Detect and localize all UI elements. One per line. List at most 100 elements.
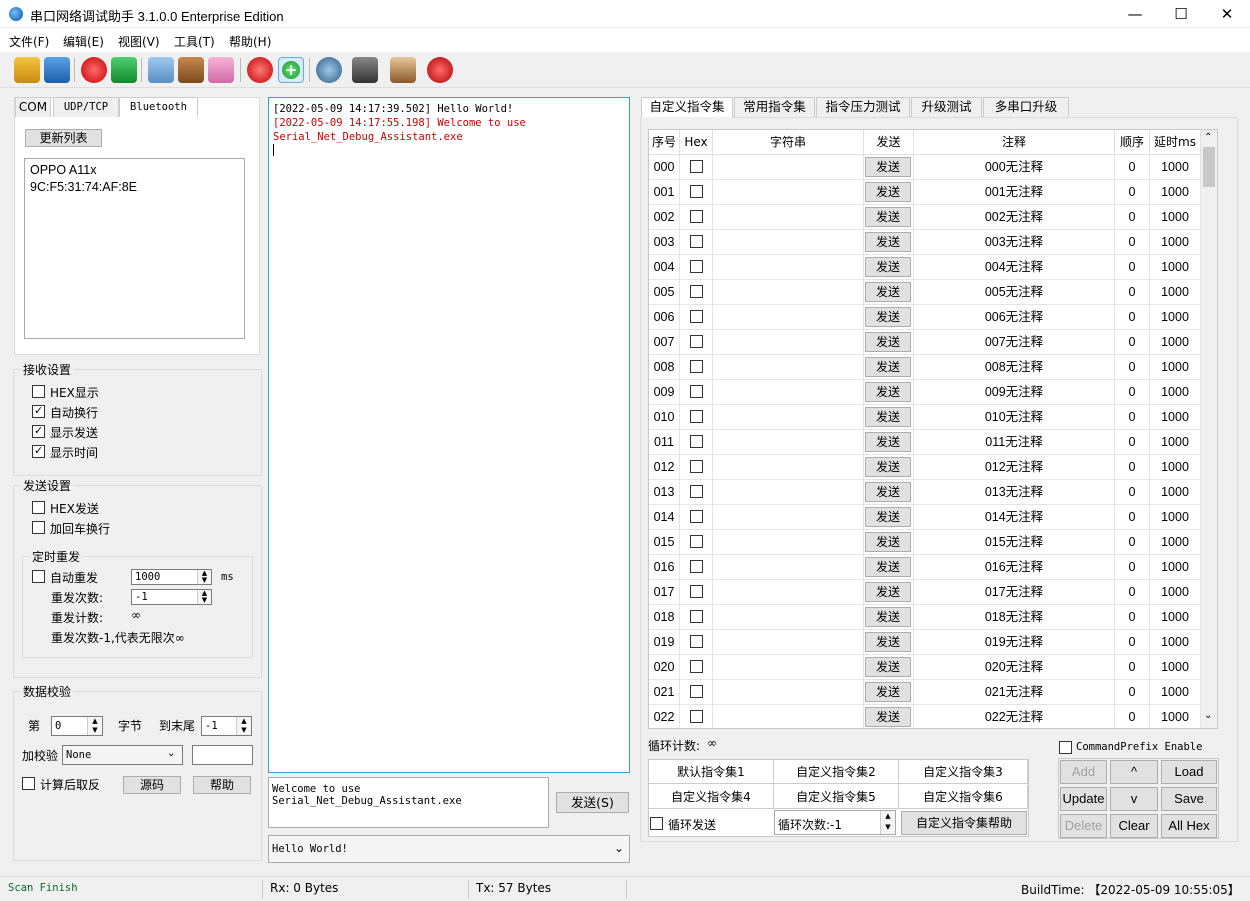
row-order[interactable]: 0 bbox=[1115, 505, 1150, 530]
row-note[interactable]: 002无注释 bbox=[914, 205, 1115, 230]
action-button-update[interactable]: Update bbox=[1060, 787, 1107, 811]
loop-times-input[interactable]: 循环次数:-1 ▲ ▼ bbox=[774, 810, 896, 835]
settings-icon[interactable] bbox=[316, 57, 342, 83]
row-note[interactable]: 016无注释 bbox=[914, 555, 1115, 580]
row-hex-checkbox[interactable] bbox=[690, 410, 703, 423]
loop-times-spinner[interactable]: ▲ ▼ bbox=[880, 811, 895, 834]
row-note[interactable]: 006无注释 bbox=[914, 305, 1115, 330]
loop-send-checkbox[interactable] bbox=[650, 817, 663, 830]
row-send-button[interactable]: 发送 bbox=[865, 582, 911, 602]
row-string-input[interactable] bbox=[713, 530, 864, 555]
row-delay[interactable]: 1000 bbox=[1150, 380, 1201, 405]
row-hex-checkbox[interactable] bbox=[690, 585, 703, 598]
resend-count-spinner[interactable]: ▲ ▼ bbox=[197, 590, 211, 604]
row-string-input[interactable] bbox=[713, 230, 864, 255]
row-string-input[interactable] bbox=[713, 205, 864, 230]
row-send-button[interactable]: 发送 bbox=[865, 207, 911, 227]
row-send-button[interactable]: 发送 bbox=[865, 507, 911, 527]
row-delay[interactable]: 1000 bbox=[1150, 655, 1201, 680]
book-icon[interactable] bbox=[390, 57, 416, 83]
row-hex-checkbox[interactable] bbox=[690, 560, 703, 573]
row-hex-checkbox[interactable] bbox=[690, 535, 703, 548]
row-note[interactable]: 020无注释 bbox=[914, 655, 1115, 680]
row-hex-checkbox[interactable] bbox=[690, 335, 703, 348]
row-send-button[interactable]: 发送 bbox=[865, 257, 911, 277]
row-send-button[interactable]: 发送 bbox=[865, 532, 911, 552]
recv-option-checkbox[interactable] bbox=[32, 444, 45, 458]
row-send-button[interactable]: 发送 bbox=[865, 557, 911, 577]
interval-input[interactable]: 1000 ▲ ▼ bbox=[131, 569, 212, 585]
row-delay[interactable]: 1000 bbox=[1150, 230, 1201, 255]
row-string-input[interactable] bbox=[713, 355, 864, 380]
row-order[interactable]: 0 bbox=[1115, 205, 1150, 230]
save-icon[interactable] bbox=[44, 57, 70, 83]
invert-checkbox[interactable] bbox=[22, 777, 35, 790]
command-set-button[interactable]: 自定义指令集6 bbox=[899, 785, 1028, 809]
tab-command-set-0[interactable]: 自定义指令集 bbox=[641, 97, 733, 118]
checksum-end-spinner[interactable]: ▲ ▼ bbox=[236, 717, 251, 735]
checksum-result-field[interactable] bbox=[192, 745, 253, 765]
row-delay[interactable]: 1000 bbox=[1150, 680, 1201, 705]
clear-icon[interactable] bbox=[148, 57, 174, 83]
menu-view[interactable]: 视图(V) bbox=[118, 33, 160, 50]
row-send-button[interactable]: 发送 bbox=[865, 657, 911, 677]
row-order[interactable]: 0 bbox=[1115, 705, 1150, 728]
command-set-button[interactable]: 默认指令集1 bbox=[649, 760, 774, 784]
row-note[interactable]: 019无注释 bbox=[914, 630, 1115, 655]
close-button[interactable]: ✕ bbox=[1204, 0, 1250, 28]
send-button[interactable]: 发送(S) bbox=[556, 792, 629, 813]
power-icon[interactable] bbox=[427, 57, 453, 83]
row-delay[interactable]: 1000 bbox=[1150, 355, 1201, 380]
action-button-clear[interactable]: Clear bbox=[1110, 814, 1158, 838]
row-order[interactable]: 0 bbox=[1115, 430, 1150, 455]
row-string-input[interactable] bbox=[713, 555, 864, 580]
row-send-button[interactable]: 发送 bbox=[865, 632, 911, 652]
row-delay[interactable]: 1000 bbox=[1150, 430, 1201, 455]
help-button[interactable]: 帮助 bbox=[193, 776, 251, 794]
row-note[interactable]: 009无注释 bbox=[914, 380, 1115, 405]
row-note[interactable]: 015无注释 bbox=[914, 530, 1115, 555]
row-order[interactable]: 0 bbox=[1115, 280, 1150, 305]
row-delay[interactable]: 1000 bbox=[1150, 180, 1201, 205]
minimize-button[interactable]: — bbox=[1112, 0, 1158, 28]
gift-icon[interactable] bbox=[208, 57, 234, 83]
row-note[interactable]: 011无注释 bbox=[914, 430, 1115, 455]
action-button-save[interactable]: Save bbox=[1161, 787, 1217, 811]
row-string-input[interactable] bbox=[713, 305, 864, 330]
row-hex-checkbox[interactable] bbox=[690, 235, 703, 248]
send-option-checkbox[interactable] bbox=[32, 521, 45, 534]
row-note[interactable]: 000无注释 bbox=[914, 155, 1115, 180]
interval-spinner[interactable]: ▲ ▼ bbox=[197, 570, 211, 584]
maximize-button[interactable]: ☐ bbox=[1158, 0, 1204, 28]
action-button-v[interactable]: v bbox=[1110, 787, 1158, 811]
row-hex-checkbox[interactable] bbox=[690, 460, 703, 473]
action-button-add[interactable]: Add bbox=[1060, 760, 1107, 784]
row-send-button[interactable]: 发送 bbox=[865, 407, 911, 427]
row-string-input[interactable] bbox=[713, 180, 864, 205]
row-string-input[interactable] bbox=[713, 280, 864, 305]
row-send-button[interactable]: 发送 bbox=[865, 382, 911, 402]
row-note[interactable]: 012无注释 bbox=[914, 455, 1115, 480]
row-order[interactable]: 0 bbox=[1115, 330, 1150, 355]
command-set-help-button[interactable]: 自定义指令集帮助 bbox=[901, 811, 1027, 835]
row-order[interactable]: 0 bbox=[1115, 255, 1150, 280]
command-set-button[interactable]: 自定义指令集4 bbox=[649, 785, 774, 809]
row-order[interactable]: 0 bbox=[1115, 180, 1150, 205]
send-text-box[interactable]: Welcome to use Serial_Net_Debug_Assistan… bbox=[268, 777, 549, 828]
row-order[interactable]: 0 bbox=[1115, 580, 1150, 605]
row-delay[interactable]: 1000 bbox=[1150, 580, 1201, 605]
tab-com[interactable]: COM bbox=[15, 97, 51, 117]
checksum-end-input[interactable]: -1 ▲ ▼ bbox=[201, 716, 252, 736]
export-icon[interactable] bbox=[352, 57, 378, 83]
row-note[interactable]: 018无注释 bbox=[914, 605, 1115, 630]
row-note[interactable]: 014无注释 bbox=[914, 505, 1115, 530]
row-send-button[interactable]: 发送 bbox=[865, 357, 911, 377]
row-order[interactable]: 0 bbox=[1115, 305, 1150, 330]
row-delay[interactable]: 1000 bbox=[1150, 330, 1201, 355]
action-button-allhex[interactable]: All Hex bbox=[1161, 814, 1217, 838]
menu-tools[interactable]: 工具(T) bbox=[174, 33, 215, 50]
row-order[interactable]: 0 bbox=[1115, 480, 1150, 505]
row-string-input[interactable] bbox=[713, 630, 864, 655]
recv-option-checkbox[interactable] bbox=[32, 385, 45, 398]
receive-log[interactable]: [2022-05-09 14:17:39.502] Hello World! [2… bbox=[268, 97, 630, 773]
